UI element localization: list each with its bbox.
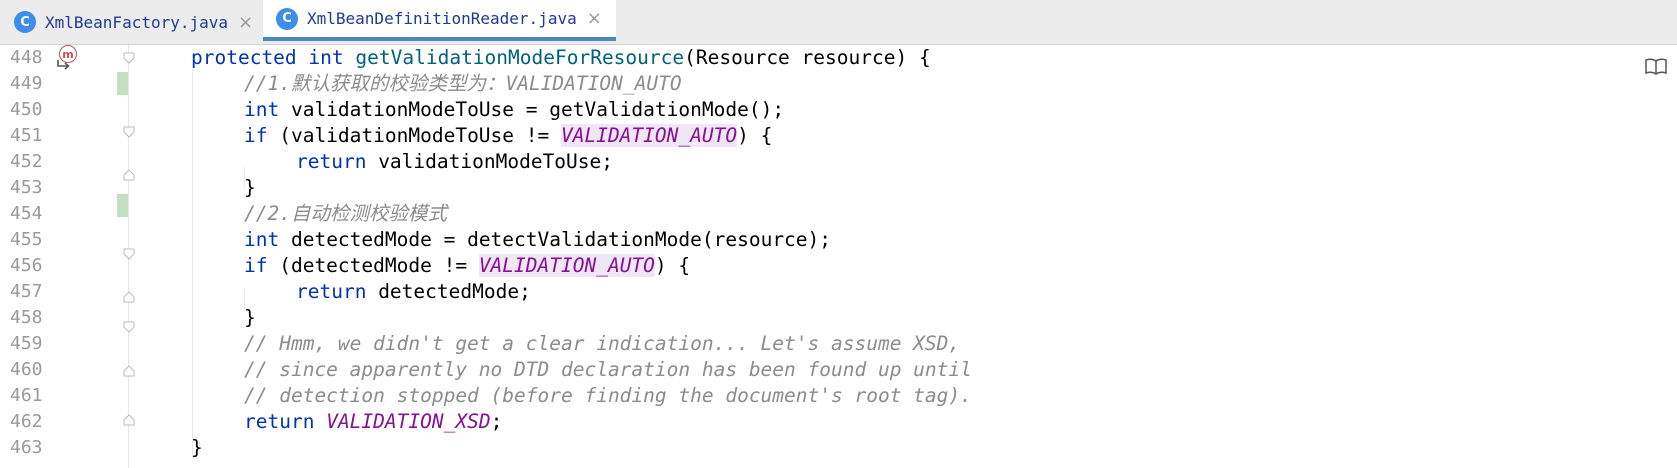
line-number: 463 <box>10 437 43 458</box>
code-text[interactable]: } <box>191 435 203 461</box>
code-rest: (detectedMode != <box>267 254 479 277</box>
constant: VALIDATION_XSD <box>326 410 491 433</box>
code-line[interactable]: 463 } <box>0 435 1677 461</box>
keyword: if <box>244 124 268 147</box>
code-line[interactable]: 457 return detectedMode; <box>0 279 1677 305</box>
code-rest: validationModeToUse = getValidationMode(… <box>279 98 785 121</box>
line-number: 455 <box>10 229 43 250</box>
line-number: 454 <box>10 203 43 224</box>
code-line[interactable]: 461 // detection stopped (before finding… <box>0 383 1677 409</box>
code-line[interactable]: 456 if (detectedMode != VALIDATION_AUTO)… <box>0 253 1677 279</box>
tab-label: XmlBeanFactory.java <box>45 12 229 32</box>
code-line[interactable]: 450 int validationModeToUse = getValidat… <box>0 97 1677 123</box>
line-number: 449 <box>10 73 43 94</box>
code-rest: ; <box>490 410 503 433</box>
code-text[interactable]: int detectedMode = detectValidationMode(… <box>244 227 831 253</box>
code-text[interactable]: return VALIDATION_XSD; <box>244 409 502 435</box>
tab-label: XmlBeanDefinitionReader.java <box>307 9 577 28</box>
keyword: protected <box>191 46 297 69</box>
code-rest: detectedMode; <box>366 280 531 303</box>
keyword: int <box>308 46 344 69</box>
code-line[interactable]: 451 if (validationModeToUse != VALIDATIO… <box>0 123 1677 149</box>
line-number: 448 <box>10 47 43 68</box>
code-text[interactable]: if (detectedMode != VALIDATION_AUTO) { <box>244 253 690 279</box>
keyword: int <box>244 98 280 121</box>
code-rest: (validationModeToUse != <box>267 124 561 147</box>
line-number: 457 <box>10 281 43 302</box>
code-text[interactable]: } <box>244 305 256 331</box>
code-text[interactable]: int validationModeToUse = getValidationM… <box>244 97 784 123</box>
line-number: 458 <box>10 307 43 328</box>
keyword: return <box>296 150 367 173</box>
close-icon[interactable]: × <box>587 8 602 29</box>
code-line[interactable]: 459 // Hmm, we didn't get a clear indica… <box>0 331 1677 357</box>
tab-xmlbeanfactory[interactable]: C XmlBeanFactory.java × <box>14 0 253 44</box>
code-rest: detectedMode = detectValidationMode(reso… <box>279 228 832 251</box>
keyword: return <box>244 410 315 433</box>
comment: // detection stopped (before finding the… <box>244 384 972 407</box>
code-line[interactable]: 452 return validationModeToUse; <box>0 149 1677 175</box>
code-rest: ) { <box>737 124 773 147</box>
comment: //1.默认获取的校验类型为：VALIDATION_AUTO <box>244 72 682 95</box>
code-text[interactable]: protected int getValidationModeForResour… <box>191 45 931 71</box>
code-line[interactable]: 448 protected int getValidationModeForRe… <box>0 45 1677 71</box>
code-line[interactable]: 453 } <box>0 175 1677 201</box>
line-number: 450 <box>10 99 43 120</box>
code-rest: (Resource resource) { <box>684 46 931 69</box>
code-text[interactable]: if (validationModeToUse != VALIDATION_AU… <box>244 123 772 149</box>
code-text[interactable]: return detectedMode; <box>296 279 531 305</box>
editor-tab-bar: C XmlBeanFactory.java × C XmlBeanDefinit… <box>0 0 1677 45</box>
keyword: return <box>296 280 367 303</box>
line-number: 461 <box>10 385 43 406</box>
keyword: if <box>244 254 268 277</box>
code-line[interactable]: 454 //2.自动检测校验模式 <box>0 201 1677 227</box>
line-number: 460 <box>10 359 43 380</box>
constant: VALIDATION_AUTO <box>560 124 738 147</box>
code-text[interactable]: return validationModeToUse; <box>296 149 613 175</box>
class-icon: C <box>14 11 36 33</box>
tab-xmlbeandefinitionreader[interactable]: C XmlBeanDefinitionReader.java × <box>263 0 616 41</box>
code-text[interactable]: } <box>244 175 256 201</box>
code-line[interactable]: 449 //1.默认获取的校验类型为：VALIDATION_AUTO <box>0 71 1677 97</box>
line-number: 456 <box>10 255 43 276</box>
line-number: 452 <box>10 151 43 172</box>
code-line[interactable]: 458 } <box>0 305 1677 331</box>
line-number: 451 <box>10 125 43 146</box>
line-number: 459 <box>10 333 43 354</box>
line-number: 453 <box>10 177 43 198</box>
comment: // Hmm, we didn't get a clear indication… <box>244 332 961 355</box>
close-icon[interactable]: × <box>238 12 253 33</box>
code-line[interactable]: 462 return VALIDATION_XSD; <box>0 409 1677 435</box>
constant: VALIDATION_AUTO <box>478 254 655 277</box>
class-icon: C <box>276 7 298 30</box>
keyword: int <box>244 228 280 251</box>
code-line[interactable]: 455 int detectedMode = detectValidationM… <box>0 227 1677 253</box>
line-number: 462 <box>10 411 43 432</box>
comment: //2.自动检测校验模式 <box>244 202 447 225</box>
comment: // since apparently no DTD declaration h… <box>244 358 972 381</box>
code-line[interactable]: 460 // since apparently no DTD declarati… <box>0 357 1677 383</box>
code-rest: validationModeToUse; <box>366 150 613 173</box>
method-name: getValidationModeForResource <box>355 46 685 69</box>
code-rest: ) { <box>654 254 691 277</box>
code-editor[interactable]: m 448 protected int getValidationModeFor… <box>0 45 1677 468</box>
